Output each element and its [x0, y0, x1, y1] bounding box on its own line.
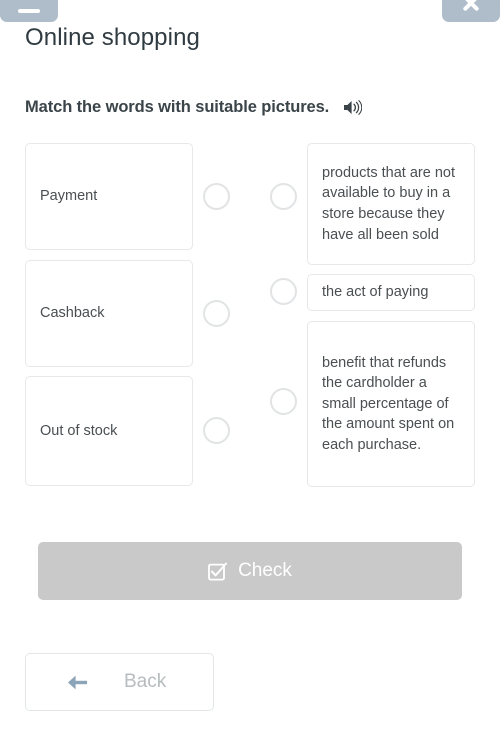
left-card-label: Cashback: [40, 305, 105, 322]
right-connector-dot-2[interactable]: [270, 278, 297, 305]
right-card-label: products that are not available to buy i…: [322, 164, 455, 243]
left-connector-dot-1[interactable]: [203, 183, 230, 210]
left-card-1[interactable]: Payment: [25, 143, 193, 250]
right-card-1[interactable]: products that are not available to buy i…: [307, 143, 475, 265]
right-card-3[interactable]: benefit that refunds the cardholder a sm…: [307, 321, 475, 487]
left-connector-dot-3[interactable]: [203, 417, 230, 444]
right-card-label: the act of paying: [322, 284, 429, 301]
checkbox-icon: [208, 562, 228, 581]
left-card-label: Out of stock: [40, 422, 118, 439]
right-card-label: benefit that refunds the cardholder a sm…: [322, 354, 455, 453]
right-connector-dot-3[interactable]: [270, 388, 297, 415]
right-card-2[interactable]: the act of paying: [307, 274, 475, 311]
check-button[interactable]: Check: [38, 542, 462, 600]
arrow-left-icon: [66, 673, 88, 692]
matching-area: Payment Cashback Out of stock products t…: [0, 0, 500, 737]
check-button-label: Check: [238, 560, 292, 581]
right-connector-dot-1[interactable]: [270, 183, 297, 210]
left-card-2[interactable]: Cashback: [25, 260, 193, 367]
back-button[interactable]: Back: [25, 653, 214, 711]
left-card-label: Payment: [40, 188, 98, 205]
back-button-label: Back: [124, 671, 167, 692]
left-connector-dot-2[interactable]: [203, 300, 230, 327]
left-card-3[interactable]: Out of stock: [25, 376, 193, 486]
